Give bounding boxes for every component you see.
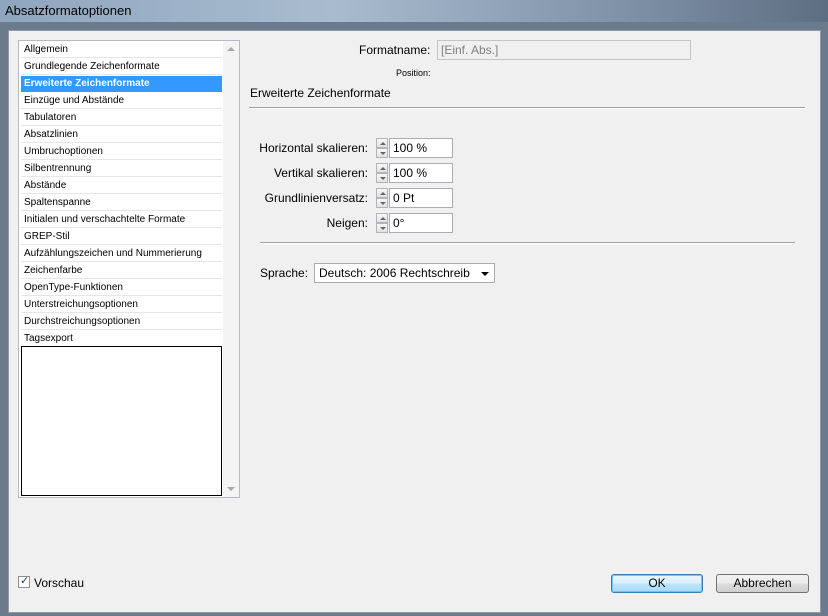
baseline-shift-label: Grundlinienversatz: bbox=[264, 191, 368, 205]
baseline-shift-input[interactable]: 0 Pt bbox=[389, 188, 453, 208]
preview-label: Vorschau bbox=[34, 576, 85, 590]
sidebar-item-absatzlinien[interactable]: Absatzlinien bbox=[21, 127, 222, 143]
language-value: Deutsch: 2006 Rechtschreib bbox=[319, 266, 470, 280]
scroll-down-icon[interactable] bbox=[227, 487, 235, 491]
format-name-label: Formatname: bbox=[359, 43, 431, 57]
sidebar-item-unterstreichungsoptionen[interactable]: Unterstreichungsoptionen bbox=[21, 297, 222, 313]
sidebar-item-abstaende[interactable]: Abstände bbox=[21, 178, 222, 194]
section-title: Erweiterte Zeichenformate bbox=[250, 86, 391, 100]
language-label: Sprache: bbox=[260, 266, 309, 280]
vertical-scale-input[interactable]: 100 % bbox=[389, 163, 453, 183]
horizontal-scale-stepper[interactable] bbox=[376, 138, 388, 158]
stepper-down-icon[interactable] bbox=[376, 148, 388, 158]
checkmark-icon: ✓ bbox=[20, 574, 30, 587]
preview-checkbox[interactable]: ✓ bbox=[18, 574, 30, 588]
skew-input[interactable]: 0° bbox=[389, 213, 453, 233]
scroll-up-icon[interactable] bbox=[227, 47, 235, 51]
stepper-up-icon[interactable] bbox=[376, 213, 388, 223]
section-divider bbox=[249, 107, 805, 109]
preview-box bbox=[21, 346, 222, 496]
horizontal-scale-label: Horizontal skalieren: bbox=[259, 141, 368, 155]
stepper-up-icon[interactable] bbox=[376, 138, 388, 148]
stepper-down-icon[interactable] bbox=[376, 198, 388, 208]
stepper-up-icon[interactable] bbox=[376, 163, 388, 173]
position-label: Position: bbox=[396, 68, 431, 78]
sidebar-item-umbruchoptionen[interactable]: Umbruchoptionen bbox=[21, 144, 222, 160]
dialog-body: Allgemein Grundlegende Zeichenformate Er… bbox=[8, 30, 821, 613]
sidebar-item-erweiterte-zeichenformate[interactable]: Erweiterte Zeichenformate bbox=[21, 76, 222, 92]
sidebar-item-opentype-funktionen[interactable]: OpenType-Funktionen bbox=[21, 280, 222, 296]
sidebar-item-spaltenspanne[interactable]: Spaltenspanne bbox=[21, 195, 222, 211]
skew-stepper[interactable] bbox=[376, 213, 388, 233]
sidebar-item-grundlegende-zeichenformate[interactable]: Grundlegende Zeichenformate bbox=[21, 59, 222, 75]
vertical-scale-label: Vertikal skalieren: bbox=[273, 166, 368, 180]
sidebar-item-grep-stil[interactable]: GREP-Stil bbox=[21, 229, 222, 245]
sidebar-item-allgemein[interactable]: Allgemein bbox=[21, 42, 222, 58]
sidebar-item-initialen[interactable]: Initialen und verschachtelte Formate bbox=[21, 212, 222, 228]
window-title: Absatzformatoptionen bbox=[5, 3, 132, 18]
cancel-button[interactable]: Abbrechen bbox=[716, 574, 809, 593]
list-scrollbar[interactable] bbox=[223, 41, 239, 497]
horizontal-scale-input[interactable]: 100 % bbox=[389, 138, 453, 158]
vertical-scale-stepper[interactable] bbox=[376, 163, 388, 183]
language-select[interactable]: Deutsch: 2006 Rechtschreib bbox=[314, 263, 495, 283]
stepper-up-icon[interactable] bbox=[376, 188, 388, 198]
category-list: Allgemein Grundlegende Zeichenformate Er… bbox=[18, 40, 240, 498]
chevron-down-icon bbox=[481, 272, 489, 276]
sidebar-item-silbentrennung[interactable]: Silbentrennung bbox=[21, 161, 222, 177]
format-name-field: [Einf. Abs.] bbox=[437, 40, 691, 60]
sidebar-item-einzuege-und-abstaende[interactable]: Einzüge und Abstände bbox=[21, 93, 222, 109]
sidebar-item-tabulatoren[interactable]: Tabulatoren bbox=[21, 110, 222, 126]
fields-divider bbox=[260, 242, 795, 244]
sidebar-item-durchstreichungsoptionen[interactable]: Durchstreichungsoptionen bbox=[21, 314, 222, 330]
title-bar[interactable]: Absatzformatoptionen bbox=[0, 0, 828, 22]
sidebar-item-zeichenfarbe[interactable]: Zeichenfarbe bbox=[21, 263, 222, 279]
stepper-down-icon[interactable] bbox=[376, 173, 388, 183]
skew-label: Neigen: bbox=[326, 216, 368, 230]
sidebar-item-tagsexport[interactable]: Tagsexport bbox=[21, 331, 222, 347]
stepper-down-icon[interactable] bbox=[376, 223, 388, 233]
ok-button[interactable]: OK bbox=[611, 574, 703, 593]
baseline-shift-stepper[interactable] bbox=[376, 188, 388, 208]
sidebar-item-aufzaehlungszeichen[interactable]: Aufzählungszeichen und Nummerierung bbox=[21, 246, 222, 262]
